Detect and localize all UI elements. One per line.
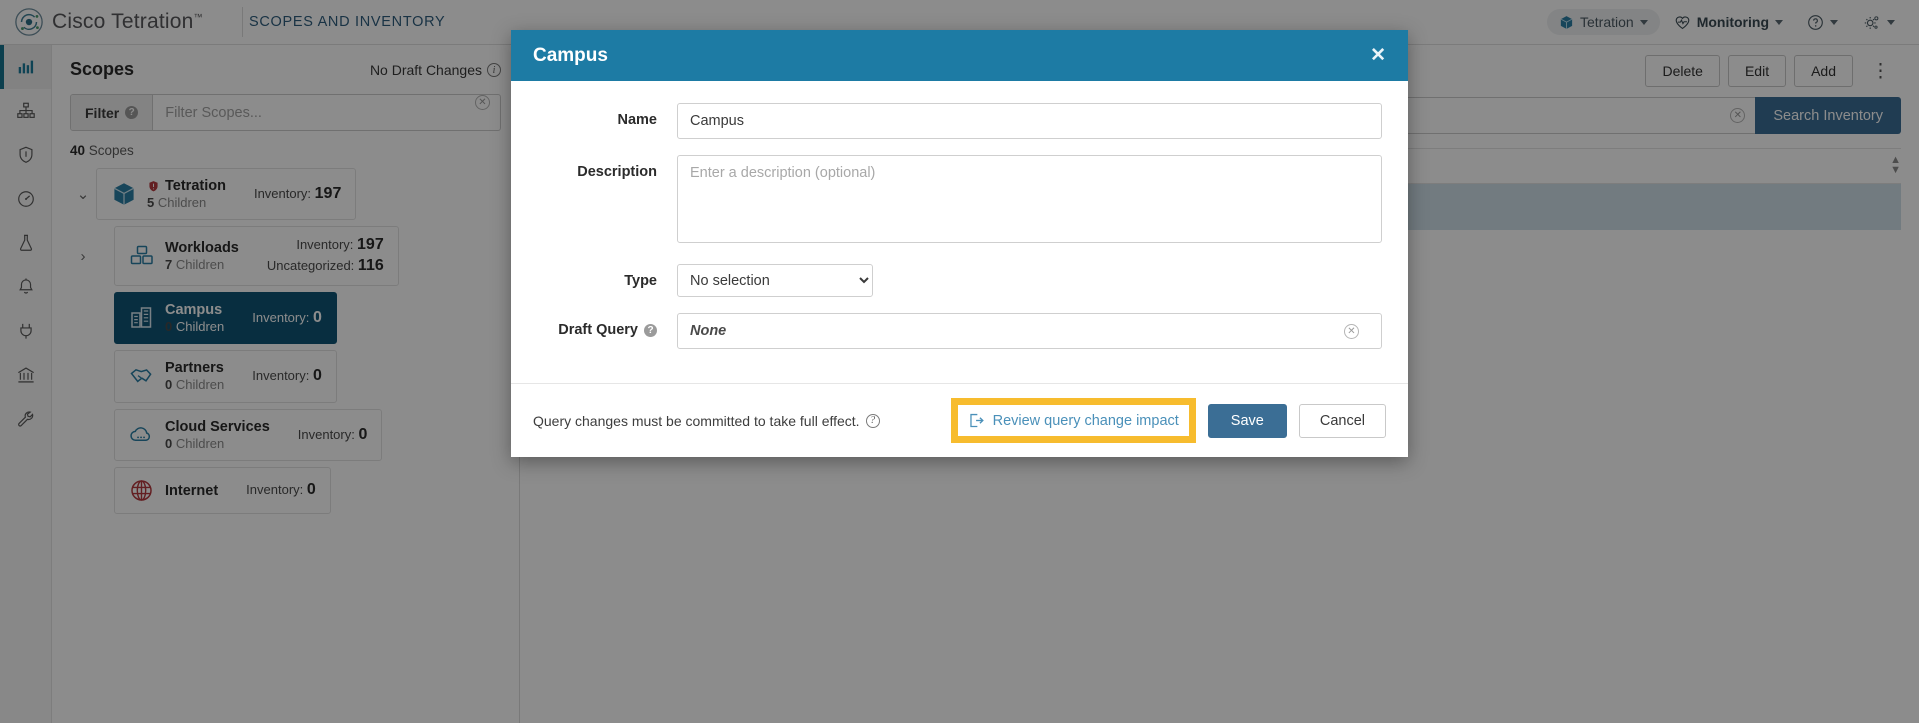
modal-footer: Query changes must be committed to take … xyxy=(511,383,1408,457)
type-select[interactable]: No selection xyxy=(677,264,873,297)
type-label: Type xyxy=(624,273,657,289)
description-label: Description xyxy=(577,164,657,180)
review-link-label: Review query change impact xyxy=(992,412,1179,429)
draft-query-field-wrap: None ✕ xyxy=(677,313,1382,349)
external-link-icon xyxy=(969,413,984,428)
help-icon[interactable]: ? xyxy=(644,323,657,337)
name-label: Name xyxy=(617,112,658,128)
app-root: Cisco Tetration™ SCOPES AND INVENTORY Te… xyxy=(0,0,1919,723)
review-link-highlight: Review query change impact xyxy=(950,398,1196,443)
campus-scope-modal: Campus ✕ Name Description Type No select… xyxy=(511,30,1408,457)
type-field-wrap: No selection xyxy=(677,264,1382,297)
name-input[interactable] xyxy=(677,103,1382,139)
name-field-wrap xyxy=(677,103,1382,139)
question-circle-icon[interactable]: ? xyxy=(865,413,880,428)
field-row-draft-query: Draft Query ? None ✕ xyxy=(537,313,1382,349)
description-textarea[interactable] xyxy=(677,155,1382,243)
draft-query-label: Draft Query xyxy=(558,322,638,338)
draft-query-input[interactable]: None ✕ xyxy=(677,313,1382,349)
clear-draft-query-icon[interactable]: ✕ xyxy=(1344,323,1359,339)
modal-body: Name Description Type No selection xyxy=(511,81,1408,383)
footer-note-text: Query changes must be committed to take … xyxy=(533,412,860,429)
cancel-button[interactable]: Cancel xyxy=(1298,403,1386,438)
draft-query-label-group: Draft Query ? xyxy=(537,313,677,338)
modal-header: Campus ✕ xyxy=(511,30,1408,81)
footer-note: Query changes must be committed to take … xyxy=(533,413,880,429)
field-row-name: Name xyxy=(537,103,1382,139)
modal-title: Campus xyxy=(533,44,608,66)
field-row-description: Description xyxy=(537,155,1382,248)
field-row-type: Type No selection xyxy=(537,264,1382,297)
draft-query-value: None xyxy=(690,323,727,339)
close-icon[interactable]: ✕ xyxy=(1370,46,1386,65)
review-query-change-impact-link[interactable]: Review query change impact xyxy=(957,405,1189,436)
description-field-wrap xyxy=(677,155,1382,248)
save-button[interactable]: Save xyxy=(1207,403,1287,438)
